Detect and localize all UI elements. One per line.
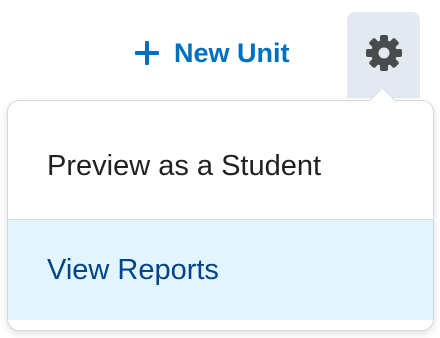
menu-item-label: Preview as a Student bbox=[47, 149, 322, 182]
menu-item-label: View Reports bbox=[47, 253, 219, 286]
new-unit-label: New Unit bbox=[174, 37, 290, 68]
menu-item-preview-as-student[interactable]: Preview as a Student bbox=[8, 113, 433, 219]
page: New Unit Preview as a Student View Repor… bbox=[0, 0, 440, 338]
settings-button[interactable] bbox=[347, 12, 420, 98]
plus-icon bbox=[134, 40, 160, 66]
settings-dropdown-menu: Preview as a Student View Reports bbox=[7, 100, 434, 331]
menu-item-view-reports[interactable]: View Reports bbox=[8, 220, 433, 320]
new-unit-button[interactable]: New Unit bbox=[134, 30, 290, 76]
gear-icon bbox=[364, 33, 404, 73]
